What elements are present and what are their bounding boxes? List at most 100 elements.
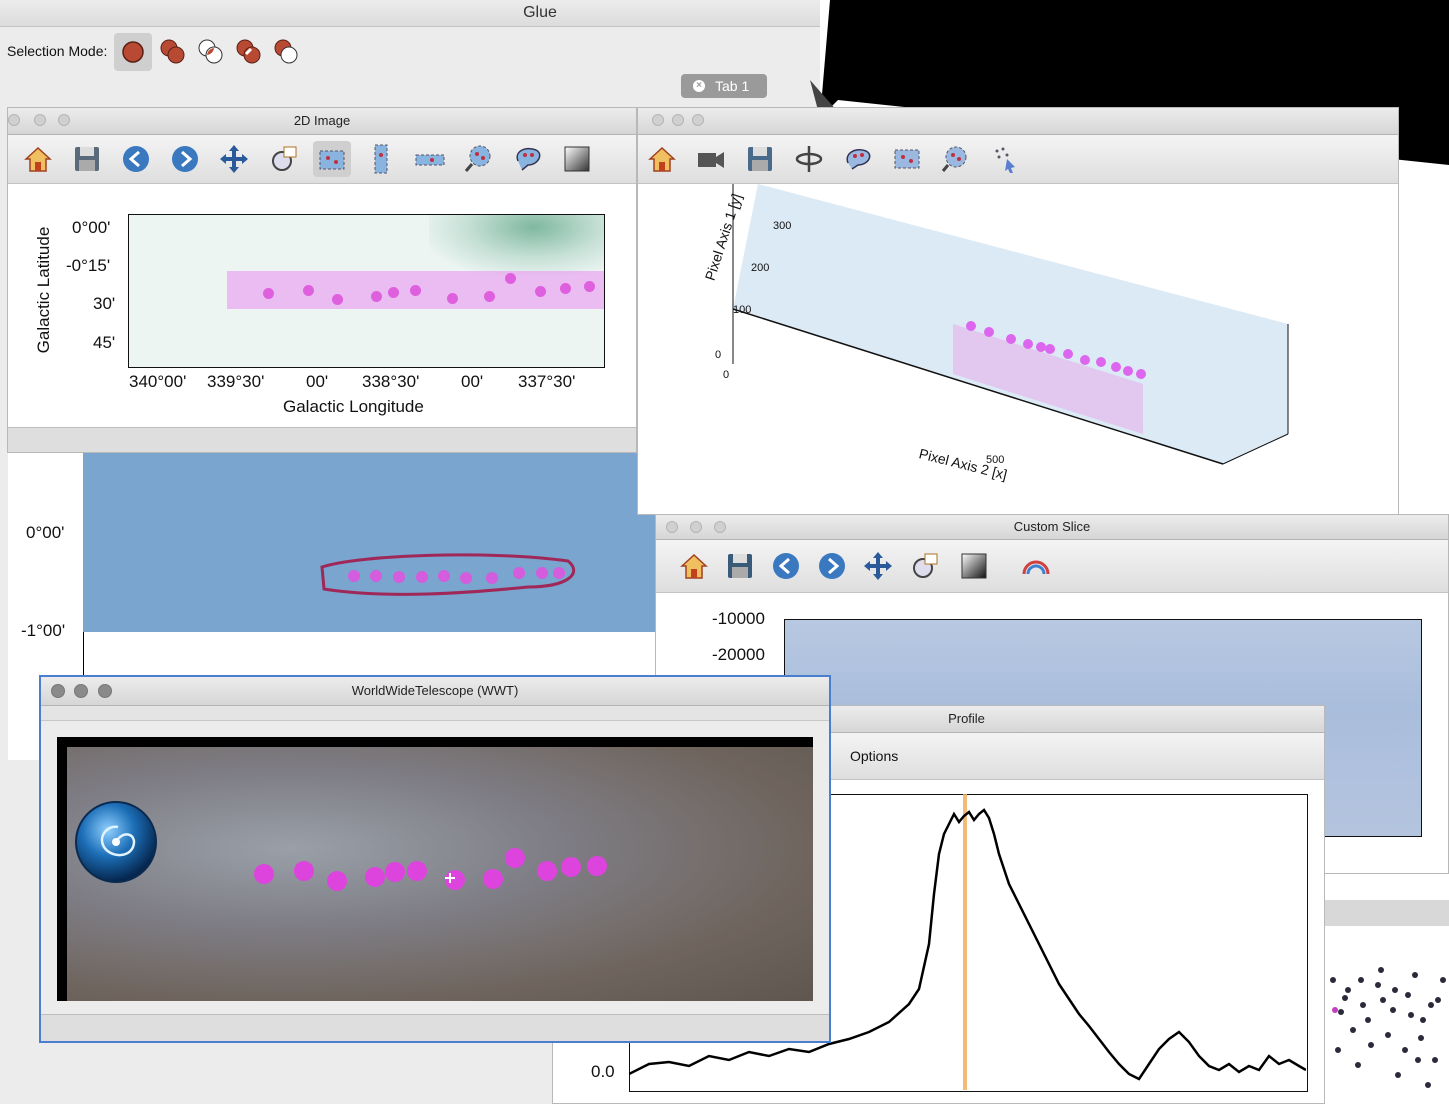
statusbar [8, 427, 636, 452]
zoom-button[interactable] [58, 114, 70, 126]
ytick: -0°15' [66, 256, 111, 275]
xtick: 340°00' [129, 372, 187, 391]
zoom-button[interactable] [692, 114, 704, 126]
xtick: 500 [986, 454, 1005, 466]
roi-dot [388, 287, 399, 298]
xtick: 00' [461, 372, 484, 391]
save-icon[interactable] [71, 143, 103, 175]
xtick: 337°30' [518, 372, 576, 391]
zoom-button[interactable] [98, 684, 112, 698]
wwt-toolbar-strip [41, 706, 829, 721]
roi-dot [348, 570, 360, 582]
point-select-icon[interactable] [989, 143, 1021, 175]
image-2d-plot: 0°00' -0°15' 30' 45' 340°00' 339°30' 00'… [8, 184, 636, 430]
contrast-icon[interactable] [561, 143, 593, 175]
zoom-icon[interactable] [908, 550, 940, 582]
zoom-rect-icon[interactable] [267, 143, 299, 175]
roi-dot [584, 281, 595, 292]
cube-plot: Pixel Axis 1 [y] Pixel Axis 2 [x] 300 20… [702, 184, 1398, 494]
save-icon[interactable] [744, 143, 776, 175]
roi-dot [536, 567, 548, 579]
scatter-viewer [1322, 900, 1449, 1104]
y-axis-label: Galactic Latitude [34, 226, 53, 354]
ytick: 100 [733, 304, 752, 316]
ytick: -10000 [712, 609, 765, 628]
options-button[interactable]: Options [850, 748, 898, 764]
roi-dot [535, 286, 546, 297]
close-button[interactable] [8, 114, 20, 126]
yrange-icon[interactable] [414, 143, 446, 175]
roi-dot [505, 273, 516, 284]
circle-roi-icon[interactable] [463, 143, 495, 175]
wwt-sky-view[interactable] [57, 737, 813, 1001]
close-button[interactable] [666, 521, 678, 533]
roi-dot [553, 567, 565, 579]
ytick: 300 [773, 220, 792, 232]
circle-select-icon[interactable] [940, 143, 972, 175]
colormap-icon[interactable] [1020, 550, 1052, 582]
ytick: 0 [723, 369, 730, 381]
home-icon[interactable] [678, 550, 710, 582]
viewer-3d-toolbar [638, 135, 1398, 184]
roi-dot [416, 571, 428, 583]
custom-slice-toolbar [656, 540, 1448, 593]
scatter-points [1330, 967, 1446, 1088]
home-icon[interactable] [22, 143, 54, 175]
roi-dot [484, 291, 495, 302]
rotate-icon[interactable] [793, 143, 825, 175]
roi-dot [332, 294, 343, 305]
minimize-button[interactable] [672, 114, 684, 126]
cube-plot-svg [732, 184, 1289, 465]
wwt-markers [254, 848, 607, 891]
roi-dot [513, 567, 525, 579]
xtick: 338°30' [362, 372, 420, 391]
roi-dot [371, 291, 382, 302]
wwt-window: WorldWideTelescope (WWT) [39, 675, 831, 1043]
back-icon[interactable] [770, 550, 802, 582]
roi-dot [438, 570, 450, 582]
roi-dot [460, 572, 472, 584]
ytick: 30' [93, 294, 116, 313]
xtick: 339°30' [207, 372, 265, 391]
minimize-button[interactable] [34, 114, 46, 126]
image-2d-toolbar [8, 135, 636, 184]
viewer-3d-window: Pixel Axis 1 [y] Pixel Axis 2 [x] 300 20… [637, 107, 1399, 515]
ytick: 0.0 [591, 1062, 615, 1081]
roi-dot [370, 570, 382, 582]
zoom-button[interactable] [714, 521, 726, 533]
roi-dot [303, 285, 314, 296]
lasso-icon[interactable] [842, 143, 874, 175]
close-button[interactable] [51, 684, 65, 698]
window-title: Profile [948, 711, 985, 726]
ytick: 0°00' [72, 218, 111, 237]
contrast-icon[interactable] [960, 550, 992, 582]
minimize-button[interactable] [74, 684, 88, 698]
window-title: WorldWideTelescope (WWT) [351, 683, 519, 698]
forward-icon[interactable] [169, 143, 201, 175]
pan-icon[interactable] [862, 550, 894, 582]
xrange-icon[interactable] [365, 143, 397, 175]
ytick: -20000 [712, 645, 765, 664]
ytick: 45' [93, 333, 116, 352]
xtick: 00' [306, 372, 329, 391]
roi-dot [410, 285, 421, 296]
forward-icon[interactable] [816, 550, 848, 582]
camera-icon[interactable] [695, 143, 727, 175]
rect-select-icon[interactable] [891, 143, 923, 175]
pan-icon[interactable] [218, 143, 250, 175]
roi-dot [560, 283, 571, 294]
rect-roi-icon[interactable] [316, 143, 348, 175]
polygon-roi-icon[interactable] [512, 143, 544, 175]
close-button[interactable] [652, 114, 664, 126]
ytick: 200 [751, 262, 770, 274]
minimize-button[interactable] [690, 521, 702, 533]
x-axis-label: Galactic Longitude [283, 397, 424, 416]
roi-dot [263, 288, 274, 299]
roi-dot [447, 293, 458, 304]
home-icon[interactable] [646, 143, 678, 175]
ytick: 0 [715, 349, 722, 361]
image-axes [128, 214, 605, 368]
save-icon[interactable] [724, 550, 756, 582]
scatter-titlebar [1323, 900, 1449, 926]
back-icon[interactable] [120, 143, 152, 175]
